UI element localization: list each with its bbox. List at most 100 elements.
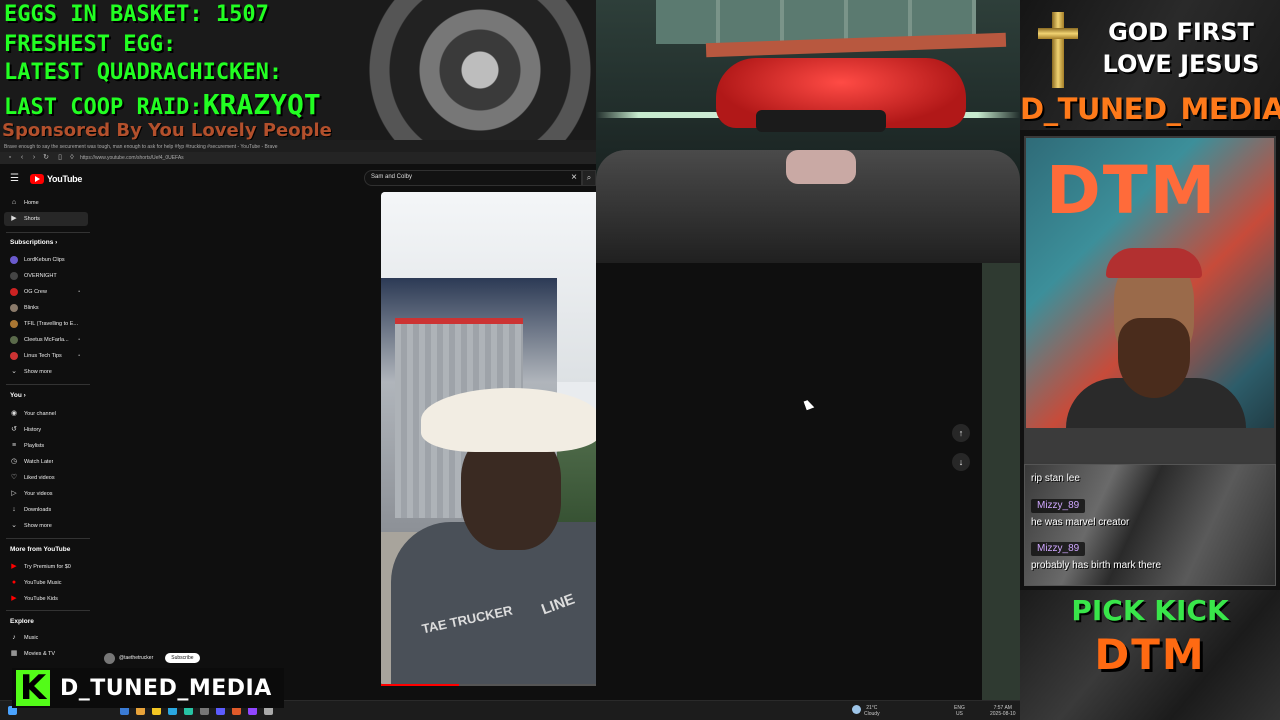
sidebar-item-show-more[interactable]: ⌄ Show more — [4, 365, 88, 379]
sidebar-item-your-channel[interactable]: ◉ Your channel — [4, 407, 88, 421]
streamer-webcam: DTM — [1024, 136, 1276, 464]
previous-short-button[interactable]: ↑ — [952, 424, 970, 442]
language-indicator[interactable]: ENG US — [954, 705, 965, 717]
sidebar-item-show-more[interactable]: ⌄ Show more — [4, 519, 88, 533]
reload-icon[interactable]: ↻ — [42, 154, 50, 162]
sidebar-item-label: TFIL (Travelling to E... — [24, 321, 78, 327]
divider — [6, 384, 90, 385]
sidebar-item-liked-videos[interactable]: ♡ Liked videos — [4, 471, 88, 485]
sidebar-item-playlists[interactable]: ≡ Playlists — [4, 439, 88, 453]
sidebar-item-downloads[interactable]: ↓ Downloads — [4, 503, 88, 517]
pick-kick-text: PICK KICK — [1071, 594, 1229, 627]
chat-username: Mizzy_89 — [1031, 542, 1086, 556]
forward-icon[interactable]: › — [30, 154, 38, 162]
video-cowboy-hat — [421, 388, 601, 452]
divider — [6, 538, 90, 539]
live-dot: • — [78, 289, 80, 295]
sidebar-item-shorts[interactable]: ▶ Shorts — [4, 212, 88, 226]
search-input[interactable]: Sam and Colby × — [364, 170, 582, 186]
sidebar-item-subscription[interactable]: Linus Tech Tips • — [4, 349, 88, 363]
green-backdrop — [982, 263, 1020, 700]
youtube-sidebar: ⌂ Home ▶ Shorts Subscriptions › LordKebu… — [0, 194, 92, 714]
pick-kick-panel: PICK KICK DTM — [1020, 590, 1280, 720]
sidebar-item-music[interactable]: ♪ Music — [4, 631, 88, 645]
cloud-icon[interactable] — [852, 705, 861, 714]
menu-icon[interactable]: ☰ — [10, 174, 20, 184]
avatar — [10, 288, 18, 296]
sidebar-item-subscription[interactable]: OG Crew • — [4, 285, 88, 299]
last-coop-raid: LAST COOP RAID:KRAZYQT — [4, 88, 321, 121]
youtube-premium-icon: ▶ — [11, 563, 17, 570]
channel-name[interactable]: @taethetrucker — [119, 655, 153, 661]
sidebar-item-youtube-music[interactable]: ● YouTube Music — [4, 576, 88, 590]
sidebar-item-label: Try Premium for $0 — [24, 564, 71, 570]
url-field[interactable]: https://www.youtube.com/shorts/Uef4_0UEF… — [80, 154, 380, 162]
sidebar-item-subscription[interactable]: OVERNIGHT — [4, 269, 88, 283]
sidebar-item-watch-later[interactable]: ◷ Watch Later — [4, 455, 88, 469]
eggs-in-basket: EGGS IN BASKET: 1507 — [4, 2, 269, 27]
avatar — [10, 256, 18, 264]
music-icon: ♪ — [12, 634, 16, 641]
arrow-down-icon: ↓ — [958, 457, 964, 467]
clock[interactable]: 7:57 AM 2025-08-10 — [990, 705, 1016, 717]
sidebar-item-history[interactable]: ↺ History — [4, 423, 88, 437]
sidebar-item-label: OVERNIGHT — [24, 273, 57, 279]
chevron-down-icon: ⌄ — [11, 522, 17, 529]
avatar — [10, 272, 18, 280]
sidebar-toggle-icon[interactable]: ▫ — [6, 154, 14, 162]
more-from-youtube-heading: More from YouTube — [10, 546, 71, 553]
kick-badge: K D_TUNED_MEDIA — [12, 668, 284, 708]
sidebar-item-label: YouTube Kids — [24, 596, 58, 602]
search-button[interactable]: ⌕ — [582, 170, 596, 186]
divider — [6, 610, 90, 611]
video-icon: ▷ — [11, 490, 17, 497]
stats-banner: EGGS IN BASKET: 1507 FRESHEST EGG: LATES… — [0, 0, 596, 148]
avatar[interactable] — [104, 652, 115, 664]
youtube-music-icon: ● — [11, 579, 17, 586]
sidebar-item-subscription[interactable]: LordKebun Clips — [4, 253, 88, 267]
sidebar-item-label: History — [24, 427, 42, 433]
avatar — [10, 304, 18, 312]
sidebar-item-subscription[interactable]: TFIL (Travelling to E... — [4, 317, 88, 331]
sidebar-item-your-videos[interactable]: ▷ Your videos — [4, 487, 88, 501]
youtube-kids-icon: ▶ — [11, 595, 17, 602]
close-icon[interactable]: × — [571, 172, 577, 184]
sidebar-item-label: YouTube Music — [24, 580, 62, 586]
sidebar-item-label: Watch Later — [24, 459, 54, 465]
back-icon[interactable]: ‹ — [18, 154, 26, 162]
youtube-play-icon — [30, 174, 44, 184]
subscriptions-heading[interactable]: Subscriptions › — [10, 239, 57, 246]
slogan-line-1: GOD FIRST — [1108, 18, 1254, 46]
sidebar-item-movies-tv[interactable]: ▦ Movies & TV — [4, 647, 88, 661]
next-short-button[interactable]: ↓ — [952, 453, 970, 471]
youtube-logo[interactable]: YouTube — [30, 173, 82, 185]
channel-name-banner: D_TUNED_MEDIA — [1020, 92, 1280, 126]
stream-layout: EGGS IN BASKET: 1507 FRESHEST EGG: LATES… — [0, 0, 1280, 720]
sidebar-item-home[interactable]: ⌂ Home — [4, 196, 88, 210]
bookmark-icon[interactable]: ▯ — [56, 154, 64, 162]
youtube-logo-text: YouTube — [47, 174, 83, 184]
sponsor-text: Sponsored By You Lovely People — [2, 120, 332, 141]
shorts-side-pane — [596, 263, 982, 700]
sidebar-item-label: Playlists — [24, 443, 45, 449]
you-heading[interactable]: You › — [10, 392, 26, 399]
chevron-down-icon: ⌄ — [11, 368, 17, 375]
sidebar-item-subscription[interactable]: Blinks — [4, 301, 88, 315]
sidebar-item-label: Shorts — [24, 216, 40, 222]
weather-widget[interactable]: 21°C Cloudy — [864, 705, 880, 717]
channel-icon: ◉ — [10, 410, 18, 417]
sidebar-item-youtube-kids[interactable]: ▶ YouTube Kids — [4, 592, 88, 606]
browser-tab-title[interactable]: Brave enough to say the securement was t… — [0, 140, 596, 152]
shields-icon[interactable]: ◊ — [68, 154, 76, 162]
sidebar-item-premium[interactable]: ▶ Try Premium for $0 — [4, 560, 88, 574]
video-progress-played[interactable] — [381, 684, 459, 686]
dtm-logo-text: DTM — [1094, 630, 1206, 679]
new-content-dot: • — [78, 337, 80, 343]
sidebar-item-label: Music — [24, 635, 39, 641]
sidebar-item-subscription[interactable]: Cleetus McFarla... • — [4, 333, 88, 347]
weather-desc: Cloudy — [864, 711, 880, 717]
sidebar-item-label: Linus Tech Tips — [24, 353, 62, 359]
sidebar-item-label: Movies & TV — [24, 651, 56, 657]
history-icon: ↺ — [11, 426, 17, 433]
subscribe-button[interactable]: Subscribe — [165, 653, 200, 663]
